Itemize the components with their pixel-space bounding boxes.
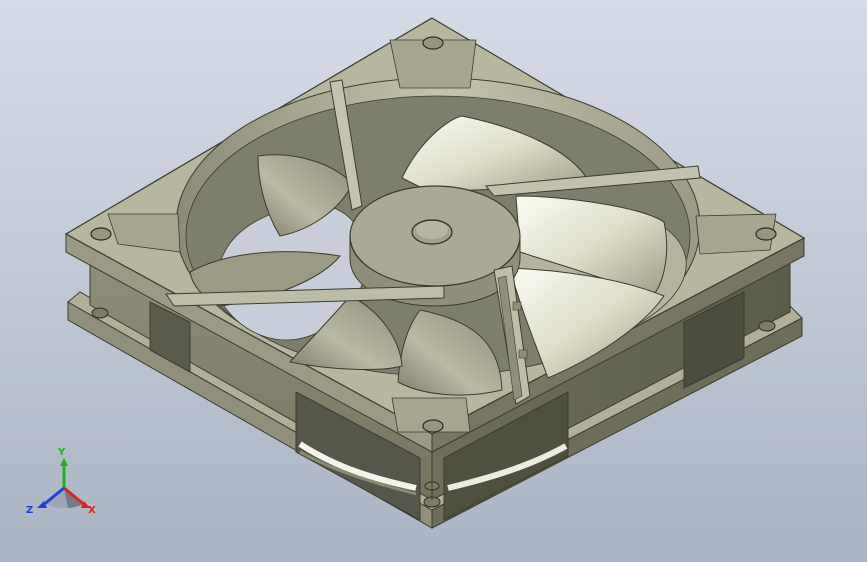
- view-orientation-triad[interactable]: Y X Z: [24, 446, 104, 526]
- z-axis-label: Z: [26, 505, 34, 516]
- mounting-hole-top: [422, 36, 444, 50]
- mounting-hole-right: [755, 227, 777, 241]
- fan-model[interactable]: [0, 0, 867, 562]
- x-axis-label: X: [88, 505, 96, 516]
- y-axis-arrow: [60, 458, 68, 466]
- y-axis-label: Y: [58, 447, 66, 458]
- graphics-viewport[interactable]: Y X Z: [0, 0, 867, 562]
- mounting-hole-left: [90, 227, 112, 241]
- mounting-hole-front: [422, 419, 444, 433]
